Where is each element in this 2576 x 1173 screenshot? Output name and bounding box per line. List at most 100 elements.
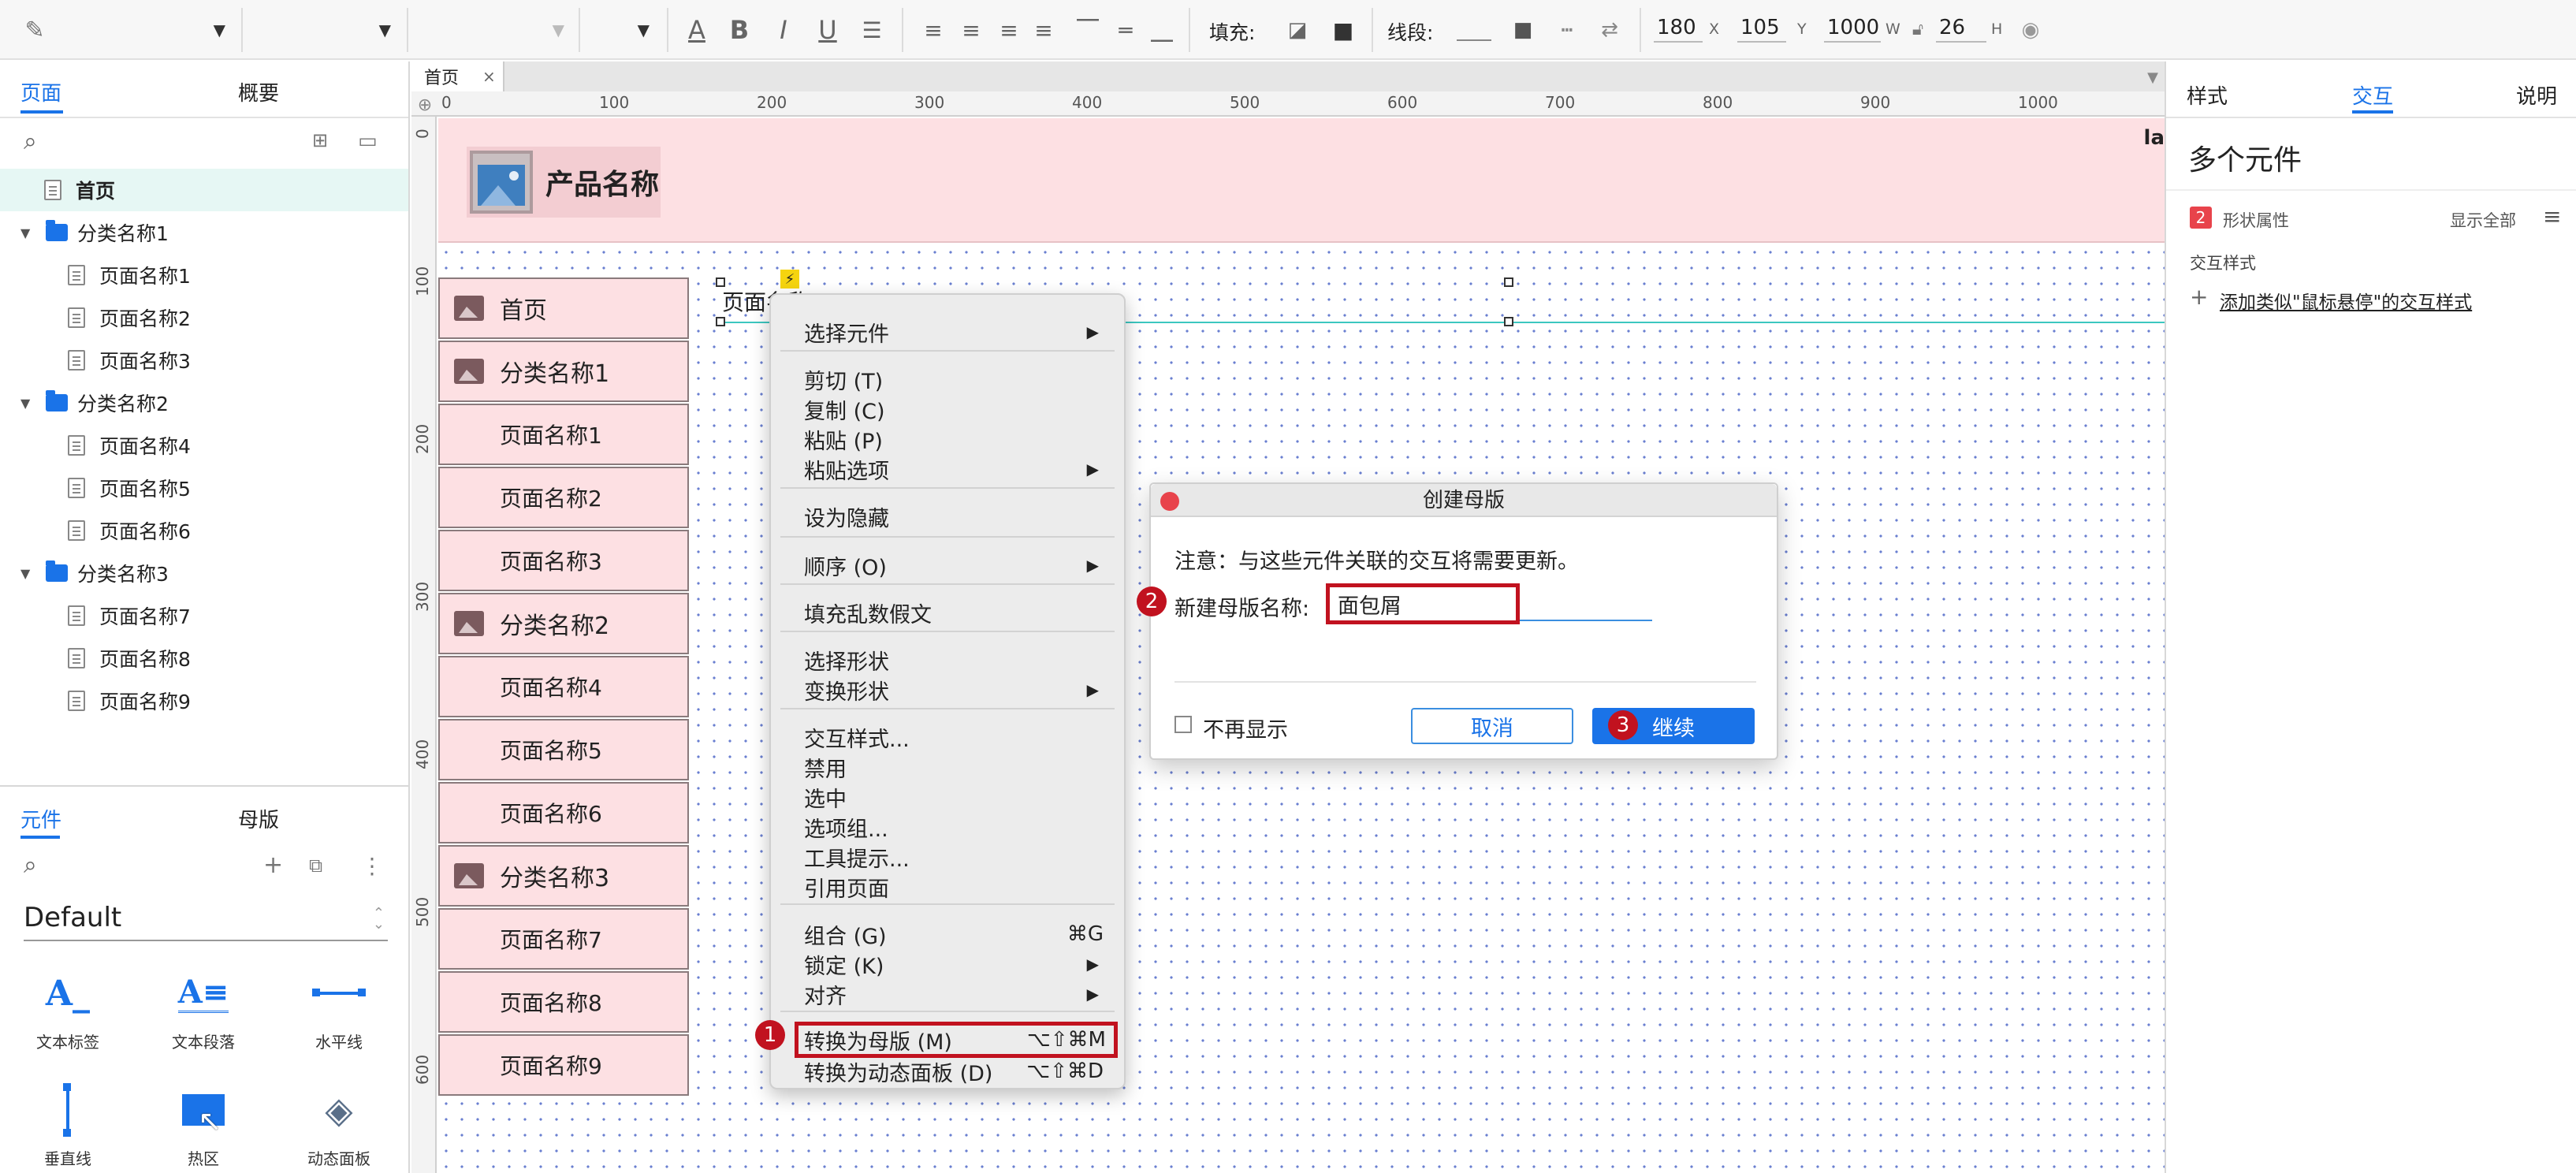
tab-style[interactable]: 样式: [2187, 80, 2228, 110]
menu-item[interactable]: 禁用: [804, 752, 1111, 782]
tab-masters[interactable]: 母版: [238, 804, 279, 833]
valign-bottom-icon[interactable]: ⎽: [1143, 11, 1181, 49]
nav-button[interactable]: 分类名称1: [438, 341, 689, 402]
bold-icon[interactable]: B: [720, 11, 758, 49]
menu-item[interactable]: 转换为动态面板 (D) ⌥⇧⌘D: [804, 1056, 1111, 1086]
widget-item[interactable]: 垂直线: [5, 1078, 131, 1169]
tree-page[interactable]: 首页: [0, 169, 408, 211]
tree-folder[interactable]: ▼ 分类名称1: [0, 211, 408, 254]
tab-outline[interactable]: 概要: [238, 77, 279, 106]
nav-button[interactable]: 页面名称9: [438, 1034, 689, 1096]
visibility-eye-icon[interactable]: ◉: [2016, 16, 2045, 44]
close-icon[interactable]: ×: [482, 67, 496, 86]
search-icon[interactable]: ⌕: [24, 128, 37, 155]
nav-button[interactable]: 页面名称6: [438, 782, 689, 843]
align-justify-icon[interactable]: ≡: [1025, 11, 1063, 49]
resize-handle[interactable]: [716, 277, 725, 287]
tab-pages[interactable]: 页面: [20, 77, 61, 106]
menu-item[interactable]: 变换形状 ▶: [804, 675, 1111, 705]
shadow-icon[interactable]: ■: [1324, 11, 1362, 49]
h-input[interactable]: 26: [1936, 14, 1986, 43]
nav-button[interactable]: 页面名称5: [438, 719, 689, 780]
font-style-dropdown[interactable]: ▼: [410, 0, 575, 60]
add-library-icon[interactable]: +: [263, 851, 283, 879]
mode-dropdown[interactable]: ▼: [0, 0, 236, 60]
tree-page[interactable]: 页面名称8: [0, 637, 408, 680]
w-input[interactable]: 1000: [1824, 14, 1881, 43]
widget-item[interactable]: A_ 文本标签: [5, 962, 131, 1052]
menu-item[interactable]: 引用页面: [804, 872, 1111, 902]
nav-button[interactable]: 页面名称7: [438, 908, 689, 970]
menu-item[interactable]: 转换为母版 (M) ⌥⇧⌘M: [795, 1022, 1118, 1058]
font-size-dropdown[interactable]: ▼: [582, 0, 661, 60]
menu-item[interactable]: 工具提示...: [804, 842, 1111, 872]
cancel-button[interactable]: 取消: [1411, 708, 1573, 744]
interaction-lightning-icon[interactable]: ⚡: [780, 270, 799, 289]
valign-middle-icon[interactable]: ═: [1107, 11, 1145, 49]
tree-folder[interactable]: ▼ 分类名称3: [0, 552, 408, 594]
menu-lines-icon[interactable]: ≡: [2543, 203, 2561, 229]
add-icon[interactable]: +: [2190, 284, 2208, 310]
widget-item[interactable]: ↖ 热区: [140, 1078, 266, 1169]
menu-item[interactable]: 填充乱数假文: [804, 598, 1111, 627]
menu-item[interactable]: 设为隐藏: [804, 501, 1111, 531]
nav-button[interactable]: 页面名称1: [438, 404, 689, 465]
italic-icon[interactable]: I: [765, 11, 802, 49]
stroke-pattern-icon[interactable]: ┅: [1548, 11, 1586, 49]
expand-triangle-icon[interactable]: ▼: [20, 225, 39, 240]
fill-none-icon[interactable]: ◪: [1279, 11, 1316, 49]
library-copy-icon[interactable]: ⧉: [309, 855, 322, 877]
resize-handle[interactable]: [1504, 317, 1513, 326]
widget-item[interactable]: ◈ 动态面板: [276, 1078, 402, 1169]
menu-item[interactable]: 复制 (C): [804, 394, 1111, 424]
valign-top-icon[interactable]: ⎺: [1069, 11, 1107, 49]
nav-button[interactable]: 页面名称4: [438, 656, 689, 717]
resize-handle[interactable]: [1504, 277, 1513, 287]
x-input[interactable]: 180: [1654, 14, 1703, 43]
menu-item[interactable]: 组合 (G) ⌘G: [804, 919, 1111, 949]
ruler-origin-icon[interactable]: ⊕: [413, 93, 437, 117]
tab-list-chevron-icon[interactable]: ▼: [2147, 69, 2158, 86]
nav-button[interactable]: 页面名称8: [438, 971, 689, 1033]
expand-triangle-icon[interactable]: ▼: [20, 566, 39, 581]
widget-item[interactable]: A≡ 文本段落: [140, 962, 266, 1052]
dont-show-checkbox[interactable]: [1174, 716, 1192, 733]
menu-item[interactable]: 选中: [804, 782, 1111, 812]
header-band[interactable]: 产品名称 la: [438, 118, 2165, 243]
tab-notes[interactable]: 说明: [2516, 80, 2557, 110]
widget-item[interactable]: 水平线: [276, 962, 402, 1052]
menu-item[interactable]: 顺序 (O) ▶: [804, 550, 1111, 580]
tab-widgets[interactable]: 元件: [20, 804, 61, 833]
product-logo[interactable]: 产品名称: [467, 147, 661, 218]
menu-item[interactable]: 粘贴选项 ▶: [804, 454, 1111, 484]
tree-folder[interactable]: ▼ 分类名称2: [0, 382, 408, 424]
font-color-icon[interactable]: A: [678, 11, 716, 49]
menu-item[interactable]: 选择形状: [804, 645, 1111, 675]
menu-item[interactable]: 交互样式...: [804, 722, 1111, 752]
library-select[interactable]: Default ⌃ ⌄: [24, 902, 388, 941]
more-options-icon[interactable]: ⋮: [361, 853, 383, 879]
tree-page[interactable]: 页面名称9: [0, 680, 408, 722]
tree-page[interactable]: 页面名称5: [0, 467, 408, 509]
add-folder-icon[interactable]: ▭: [358, 129, 378, 153]
menu-item[interactable]: 对齐 ▶: [804, 979, 1111, 1009]
close-dot-icon[interactable]: [1160, 492, 1179, 511]
underline-icon[interactable]: U: [809, 11, 847, 49]
tab-interaction[interactable]: 交互: [2352, 80, 2393, 110]
stroke-color-swatch[interactable]: [1457, 39, 1491, 41]
menu-item[interactable]: 粘贴 (P): [804, 424, 1111, 454]
master-name-input[interactable]: 面包屑: [1326, 583, 1520, 624]
show-all-link[interactable]: 显示全部: [2450, 208, 2516, 232]
menu-item[interactable]: 选择元件 ▶: [804, 317, 1111, 347]
expand-triangle-icon[interactable]: ▼: [20, 396, 39, 411]
lock-ratio-icon[interactable]: 🔓︎: [1908, 17, 1928, 41]
tab-home[interactable]: 首页 ×: [411, 61, 504, 91]
widget-search-icon[interactable]: ⌕: [24, 851, 37, 879]
menu-item[interactable]: 选项组...: [804, 812, 1111, 842]
tree-page[interactable]: 页面名称3: [0, 339, 408, 382]
add-hover-style-link[interactable]: 添加类似"鼠标悬停"的交互样式: [2220, 287, 2472, 314]
tree-page[interactable]: 页面名称6: [0, 509, 408, 552]
tree-page[interactable]: 页面名称1: [0, 254, 408, 296]
align-left-icon[interactable]: ≡: [914, 11, 952, 49]
align-right-icon[interactable]: ≡: [990, 11, 1028, 49]
